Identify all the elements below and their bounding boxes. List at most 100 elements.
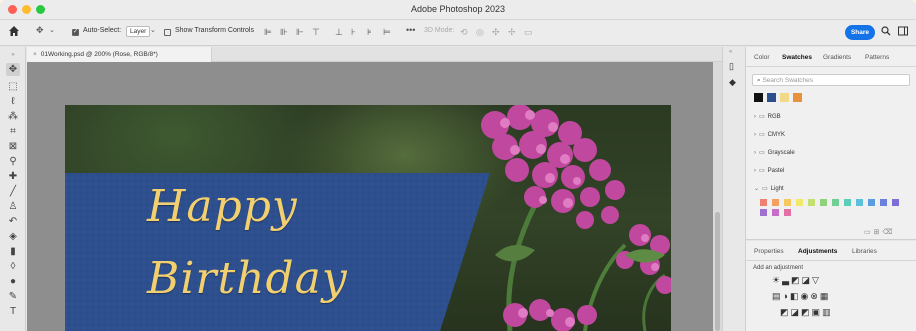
exposure-icon[interactable]: ◪ bbox=[802, 275, 813, 285]
tab-patterns[interactable]: Patterns bbox=[865, 54, 889, 61]
gradient-map-icon[interactable]: ▣ bbox=[812, 307, 823, 317]
color-swatch[interactable] bbox=[868, 199, 875, 206]
posterize-icon[interactable]: ◪ bbox=[791, 307, 802, 317]
history-brush-icon[interactable]: ↶ bbox=[6, 215, 20, 228]
photo-filter-icon[interactable]: ◉ bbox=[800, 291, 810, 301]
history-icon[interactable]: ▯ bbox=[729, 61, 734, 72]
threshold-icon[interactable]: ◩ bbox=[801, 307, 812, 317]
color-swatch[interactable] bbox=[760, 209, 767, 216]
auto-select-dropdown[interactable]: Layer bbox=[126, 26, 151, 37]
align-right-icon[interactable]: ⊩ bbox=[296, 27, 304, 38]
3d-camera-icon[interactable]: ▭ bbox=[524, 27, 533, 38]
recent-swatch[interactable] bbox=[780, 93, 789, 102]
pen-tool-icon[interactable]: ✎ bbox=[6, 290, 20, 303]
align-top-icon[interactable]: ⊤ bbox=[312, 27, 320, 38]
gradient-tool-icon[interactable]: ▮ bbox=[6, 245, 20, 258]
3d-slide-icon[interactable]: ✢ bbox=[508, 27, 516, 38]
recent-swatch[interactable] bbox=[767, 93, 776, 102]
tab-properties[interactable]: Properties bbox=[754, 248, 784, 255]
more-options-icon[interactable]: ••• bbox=[406, 25, 415, 35]
3d-orbit-icon[interactable]: ⟲ bbox=[460, 27, 468, 38]
color-swatch[interactable] bbox=[784, 199, 791, 206]
clone-stamp-icon[interactable]: ♙ bbox=[6, 200, 20, 213]
move-tool-preset-icon[interactable]: ✥ bbox=[36, 25, 44, 36]
blur-tool-icon[interactable]: ◊ bbox=[6, 260, 20, 273]
vibrance-icon[interactable]: ▽ bbox=[812, 275, 821, 285]
color-swatch[interactable] bbox=[796, 199, 803, 206]
tab-adjustments[interactable]: Adjustments bbox=[798, 248, 837, 255]
auto-select-checkbox[interactable] bbox=[72, 28, 79, 36]
black-white-icon[interactable]: ◧ bbox=[790, 291, 801, 301]
move-tool-icon[interactable]: ✥ bbox=[6, 63, 20, 76]
trash-icon[interactable]: ⌫ bbox=[883, 229, 896, 236]
channel-mixer-icon[interactable]: ⊗ bbox=[810, 291, 820, 301]
tab-gradients[interactable]: Gradients bbox=[823, 54, 851, 61]
canvas-area[interactable]: Happy Birthday bbox=[27, 62, 713, 331]
eyedropper-tool-icon[interactable]: ⚲ bbox=[6, 155, 20, 168]
new-swatch-icon[interactable]: ⊞ bbox=[874, 229, 883, 236]
swatch-group-grayscale[interactable]: › ▭ Grayscale bbox=[754, 149, 795, 156]
color-swatch[interactable] bbox=[808, 199, 815, 206]
color-swatch[interactable] bbox=[772, 199, 779, 206]
swatch-group-rgb[interactable]: › ▭ RGB bbox=[754, 113, 781, 120]
levels-icon[interactable]: ▃ bbox=[782, 275, 791, 285]
collapse-toolbar-icon[interactable]: » bbox=[6, 49, 20, 62]
new-group-icon[interactable]: ▭ bbox=[864, 229, 874, 236]
recent-swatch[interactable] bbox=[754, 93, 763, 102]
color-swatch[interactable] bbox=[820, 199, 827, 206]
3d-roll-icon[interactable]: ◎ bbox=[476, 27, 484, 38]
brush-tool-icon[interactable]: ╱ bbox=[6, 185, 20, 198]
eraser-tool-icon[interactable]: ◈ bbox=[6, 230, 20, 243]
color-swatch[interactable] bbox=[844, 199, 851, 206]
document-tab[interactable]: × 01Working.psd @ 200% (Rose, RGB/8*) bbox=[27, 47, 212, 62]
document-image[interactable]: Happy Birthday bbox=[65, 105, 671, 331]
invert-icon[interactable]: ◩ bbox=[780, 307, 791, 317]
chevron-down-icon[interactable]: ⌄ bbox=[49, 26, 55, 34]
comments-icon[interactable]: ◆ bbox=[729, 77, 736, 88]
marquee-tool-icon[interactable]: ⬚ bbox=[6, 80, 20, 93]
share-button[interactable]: Share bbox=[845, 25, 875, 40]
color-lookup-icon[interactable]: ▦ bbox=[820, 291, 831, 301]
brightness-icon[interactable]: ☀ bbox=[772, 275, 782, 285]
search-icon[interactable] bbox=[881, 26, 891, 38]
color-swatch[interactable] bbox=[880, 199, 887, 206]
show-transform-checkbox[interactable] bbox=[164, 29, 171, 36]
hue-saturation-icon[interactable]: ▤ bbox=[772, 291, 783, 301]
swatch-group-cmyk[interactable]: › ▭ CMYK bbox=[754, 131, 785, 138]
object-selection-icon[interactable]: ⁂ bbox=[6, 110, 20, 123]
frame-tool-icon[interactable]: ⊠ bbox=[6, 140, 20, 153]
panel-layout-icon[interactable] bbox=[898, 26, 908, 38]
distribute-icon[interactable]: ⊧ bbox=[367, 27, 372, 38]
collapse-panels-icon[interactable]: « bbox=[729, 49, 732, 55]
color-swatch[interactable] bbox=[856, 199, 863, 206]
tab-color[interactable]: Color bbox=[754, 54, 770, 61]
selective-color-icon[interactable]: ▥ bbox=[822, 307, 833, 317]
scrollbar-thumb[interactable] bbox=[715, 212, 720, 331]
type-tool-icon[interactable]: T bbox=[6, 305, 20, 318]
vertical-scrollbar[interactable] bbox=[713, 62, 722, 331]
swatch-group-light[interactable]: ⌄ ▭ Light bbox=[754, 185, 784, 192]
3d-pan-icon[interactable]: ✣ bbox=[492, 27, 500, 38]
align-middle-icon[interactable]: ⊥ bbox=[335, 27, 343, 38]
crop-tool-icon[interactable]: ⌗ bbox=[6, 125, 20, 138]
color-swatch[interactable] bbox=[892, 199, 899, 206]
recent-swatch[interactable] bbox=[793, 93, 802, 102]
curves-icon[interactable]: ◩ bbox=[791, 275, 802, 285]
color-swatch[interactable] bbox=[784, 209, 791, 216]
color-balance-icon[interactable]: ◑ bbox=[783, 291, 790, 301]
distribute-spacing-icon[interactable]: ⊨ bbox=[383, 27, 391, 38]
chevron-down-icon[interactable]: ⌄ bbox=[150, 26, 156, 34]
align-center-icon[interactable]: ⊪ bbox=[280, 27, 288, 38]
color-swatch[interactable] bbox=[772, 209, 779, 216]
tab-swatches[interactable]: Swatches bbox=[782, 54, 812, 61]
align-left-icon[interactable]: ⊫ bbox=[264, 27, 272, 38]
color-swatch[interactable] bbox=[760, 199, 767, 206]
dodge-tool-icon[interactable]: ● bbox=[6, 275, 20, 288]
tab-libraries[interactable]: Libraries bbox=[852, 248, 877, 255]
close-icon[interactable]: × bbox=[33, 51, 37, 58]
healing-brush-icon[interactable]: ✚ bbox=[6, 170, 20, 183]
color-swatch[interactable] bbox=[832, 199, 839, 206]
swatch-group-pastel[interactable]: › ▭ Pastel bbox=[754, 167, 784, 174]
home-icon[interactable] bbox=[8, 25, 20, 39]
lasso-tool-icon[interactable]: ℓ bbox=[6, 95, 20, 108]
